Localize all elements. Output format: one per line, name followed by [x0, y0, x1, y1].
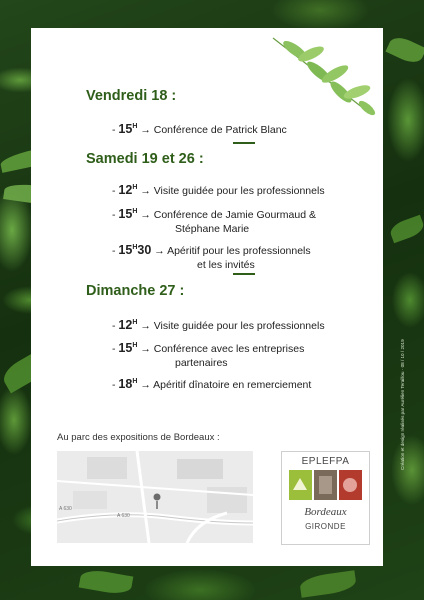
- location-map[interactable]: A 630 A 630: [57, 451, 253, 543]
- event-text: Conférence avec les entreprises: [153, 343, 305, 356]
- event-row: - 18H → Apéritif dînatoire en remercieme…: [112, 375, 372, 392]
- separator: [233, 273, 255, 275]
- arrow-icon: →: [140, 379, 151, 392]
- logo-region: GIRONDE: [305, 522, 346, 531]
- arrow-icon: →: [140, 124, 151, 137]
- event-hour: 15H: [118, 341, 138, 356]
- event-text: Visite guidée pour les professionnels: [153, 185, 325, 198]
- event-text: Conférence de Jamie Gourmaud &: [153, 209, 316, 222]
- location-caption: Au parc des expositions de Bordeaux :: [57, 432, 220, 443]
- event-row: - 15H → Conférence de Patrick Blanc: [112, 120, 372, 137]
- logo-image: [289, 470, 362, 500]
- event-hour: 15H: [118, 122, 138, 137]
- event-row: - 15H30 → Apéritif pour les professionne…: [112, 241, 372, 272]
- event-text: Conférence de Patrick Blanc: [153, 124, 287, 137]
- event-row: - 15H → Conférence avec les entreprises …: [112, 339, 372, 370]
- leaf-sprig-decoration: [272, 37, 376, 116]
- list-marker: -: [112, 124, 116, 137]
- map-pin-icon: [153, 493, 161, 501]
- credit-text: Création et design réalisés par Aurélien…: [400, 339, 405, 470]
- arrow-icon: →: [154, 245, 165, 258]
- event-text-continuation: et les invités: [197, 259, 255, 272]
- arrow-icon: →: [140, 343, 151, 356]
- list-marker: -: [112, 209, 116, 222]
- event-text-continuation: partenaires: [175, 357, 228, 370]
- event-text: Apéritif dînatoire en remerciement: [153, 379, 312, 392]
- map-road-label: A 630: [59, 506, 72, 512]
- event-row: - 12H → Visite guidée pour les professio…: [112, 181, 372, 198]
- list-marker: -: [112, 320, 116, 333]
- arrow-icon: →: [140, 209, 151, 222]
- event-hour: 12H: [118, 318, 138, 333]
- event-row: - 15H → Conférence de Jamie Gourmaud & S…: [112, 205, 372, 236]
- event-hour: 15H30: [118, 243, 152, 258]
- separator: [233, 142, 255, 144]
- logo-city: Bordeaux: [304, 506, 347, 518]
- eplefpa-logo: EPLEFPA Bordeaux GIRONDE: [281, 451, 370, 545]
- event-hour: 15H: [118, 207, 138, 222]
- event-row: - 12H → Visite guidée pour les professio…: [112, 316, 372, 333]
- list-marker: -: [112, 245, 116, 258]
- event-hour: 18H: [118, 377, 138, 392]
- event-text: Visite guidée pour les professionnels: [153, 320, 325, 333]
- list-marker: -: [112, 185, 116, 198]
- arrow-icon: →: [140, 185, 151, 198]
- list-marker: -: [112, 379, 116, 392]
- day-heading: Vendredi 18 :: [86, 88, 177, 104]
- day-heading: Samedi 19 et 26 :: [86, 151, 204, 167]
- day-heading: Dimanche 27 :: [86, 283, 185, 299]
- logo-title: EPLEFPA: [301, 456, 350, 467]
- event-text-continuation: Stéphane Marie: [175, 223, 250, 236]
- event-hour: 12H: [118, 183, 138, 198]
- map-road-label: A 630: [117, 513, 130, 519]
- arrow-icon: →: [140, 320, 151, 333]
- list-marker: -: [112, 343, 116, 356]
- map-drawing: [57, 451, 253, 543]
- event-text: Apéritif pour les professionnels: [167, 245, 311, 258]
